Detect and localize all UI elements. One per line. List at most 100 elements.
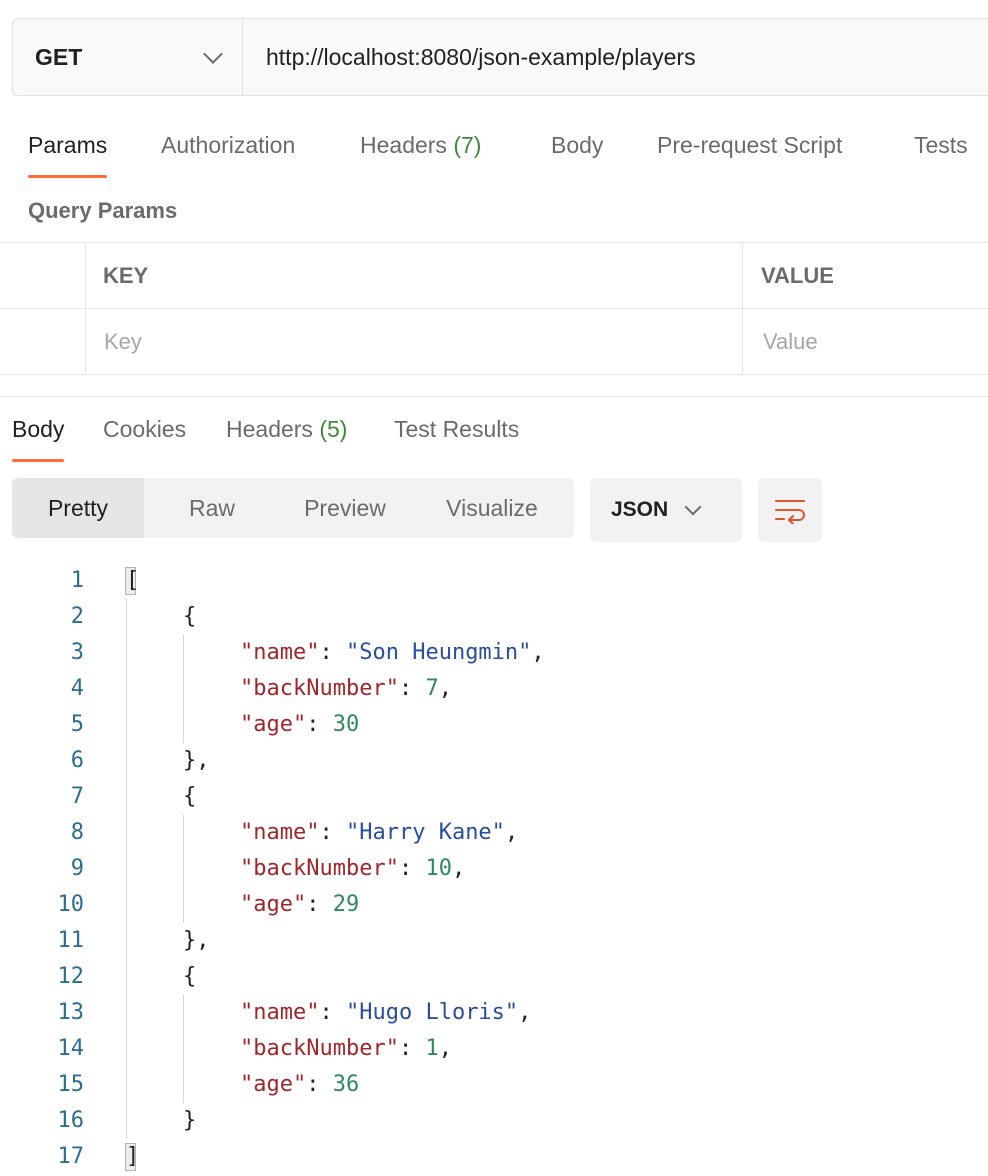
code-line: 11}, xyxy=(0,923,988,959)
line-number: 2 xyxy=(70,604,84,629)
chevron-down-icon xyxy=(684,498,702,516)
json-token: 36 xyxy=(332,1072,360,1097)
code-line: 10 "age": 29 xyxy=(0,887,988,923)
tab-pre-request-script[interactable]: Pre-request Script xyxy=(657,132,842,159)
code-text: ] xyxy=(126,1139,139,1175)
response-tab-body[interactable]: Body xyxy=(12,416,65,462)
code-line: 9 "backNumber": 10, xyxy=(0,851,988,887)
tab-label: Test Results xyxy=(394,416,520,442)
tab-count: (5) xyxy=(319,416,348,442)
tab-label: Tests xyxy=(914,132,968,158)
param-key-input[interactable]: Key xyxy=(104,309,724,374)
tab-headers[interactable]: Headers (7) xyxy=(360,132,481,159)
tab-label: Authorization xyxy=(161,132,296,158)
json-token: : xyxy=(306,712,333,737)
json-token: "name" xyxy=(240,1000,320,1025)
json-token: } xyxy=(183,1108,197,1133)
indent-guide xyxy=(183,995,184,1103)
tab-params[interactable]: Params xyxy=(28,132,108,178)
line-number: 11 xyxy=(57,928,85,953)
json-token: 10 xyxy=(425,856,452,881)
json-token: , xyxy=(531,640,545,665)
line-number: 17 xyxy=(57,1144,85,1169)
code-line: 16} xyxy=(0,1103,988,1139)
line-number: 16 xyxy=(57,1108,85,1133)
table-header-row: KEY VALUE xyxy=(0,243,988,309)
indent-guide xyxy=(183,815,184,923)
key-column-header: KEY xyxy=(103,262,149,288)
line-number: 5 xyxy=(70,712,84,737)
code-text: "age": 36 xyxy=(240,1067,359,1103)
code-text: "backNumber": 10, xyxy=(240,851,465,887)
json-token: : xyxy=(306,1072,333,1097)
param-value-input[interactable]: Value xyxy=(763,309,983,374)
line-number: 9 xyxy=(70,856,84,881)
json-token: { xyxy=(183,964,197,989)
wrap-lines-button[interactable] xyxy=(758,478,822,542)
indent-guide xyxy=(183,635,184,743)
code-line: 17] xyxy=(0,1139,988,1175)
tab-label: Body xyxy=(12,416,65,442)
line-number: 4 xyxy=(70,676,84,701)
table-row: Key Value xyxy=(0,309,988,375)
code-text: "name": "Hugo Lloris", xyxy=(240,995,531,1031)
section-divider xyxy=(0,396,988,397)
chevron-down-icon xyxy=(203,44,223,64)
method-select[interactable]: GET xyxy=(13,19,243,95)
json-token: : xyxy=(398,856,426,881)
code-text: }, xyxy=(183,923,210,959)
tab-body[interactable]: Body xyxy=(551,132,603,159)
view-raw-button[interactable]: Raw xyxy=(144,478,280,538)
line-number: 15 xyxy=(57,1072,85,1097)
column-divider xyxy=(85,243,86,308)
view-pretty-button[interactable]: Pretty xyxy=(12,478,144,538)
code-line: 13 "name": "Hugo Lloris", xyxy=(0,995,988,1031)
json-token: : xyxy=(319,640,346,665)
json-token: : xyxy=(306,892,333,917)
line-number: 7 xyxy=(70,784,84,809)
format-select[interactable]: JSON xyxy=(590,478,742,542)
code-line: 7{ xyxy=(0,779,988,815)
view-visualize-button[interactable]: Visualize xyxy=(410,478,574,538)
request-url-bar: GET http://localhost:8080/json-example/p… xyxy=(12,18,988,96)
tab-tests[interactable]: Tests xyxy=(914,132,968,159)
url-input[interactable]: http://localhost:8080/json-example/playe… xyxy=(243,19,988,95)
column-divider xyxy=(742,309,743,374)
indent-guide xyxy=(126,599,127,1139)
json-token: "name" xyxy=(240,820,320,845)
line-number: 8 xyxy=(70,820,84,845)
response-body-viewer: 1[2{3 "name": "Son Heungmin", 4 "backNumber… xyxy=(0,562,988,1176)
json-token: , xyxy=(451,856,466,881)
code-text: { xyxy=(183,779,196,815)
code-text: } xyxy=(183,1103,196,1139)
json-token: ] xyxy=(126,1144,140,1169)
code-text: "age": 29 xyxy=(240,887,359,923)
json-token: "age" xyxy=(240,892,307,917)
code-line: 3 "name": "Son Heungmin", xyxy=(0,635,988,671)
code-text: { xyxy=(183,959,196,995)
response-tab-headers[interactable]: Headers (5) xyxy=(226,416,347,443)
json-token: "Harry Kane" xyxy=(345,820,505,845)
json-token: , xyxy=(518,1000,532,1025)
json-token: }, xyxy=(183,748,210,773)
view-mode-selector: Pretty Raw Preview Visualize xyxy=(12,478,574,538)
json-token: 29 xyxy=(332,892,360,917)
json-token: , xyxy=(504,820,519,845)
view-preview-button[interactable]: Preview xyxy=(280,478,410,538)
code-text: "age": 30 xyxy=(240,707,359,743)
json-token: "name" xyxy=(240,640,320,665)
json-token: : xyxy=(319,1000,346,1025)
json-token: , xyxy=(438,676,452,701)
response-tab-cookies[interactable]: Cookies xyxy=(103,416,186,443)
code-line: 8 "name": "Harry Kane", xyxy=(0,815,988,851)
line-number: 3 xyxy=(70,640,84,665)
json-token: { xyxy=(183,604,197,629)
json-token: 7 xyxy=(425,676,439,701)
json-token: : xyxy=(319,820,346,845)
format-label: JSON xyxy=(611,498,669,521)
response-tab-test-results[interactable]: Test Results xyxy=(394,416,519,443)
code-line: 6}, xyxy=(0,743,988,779)
tab-label: Headers xyxy=(226,416,313,442)
code-text: { xyxy=(183,599,196,635)
tab-authorization[interactable]: Authorization xyxy=(161,132,295,159)
